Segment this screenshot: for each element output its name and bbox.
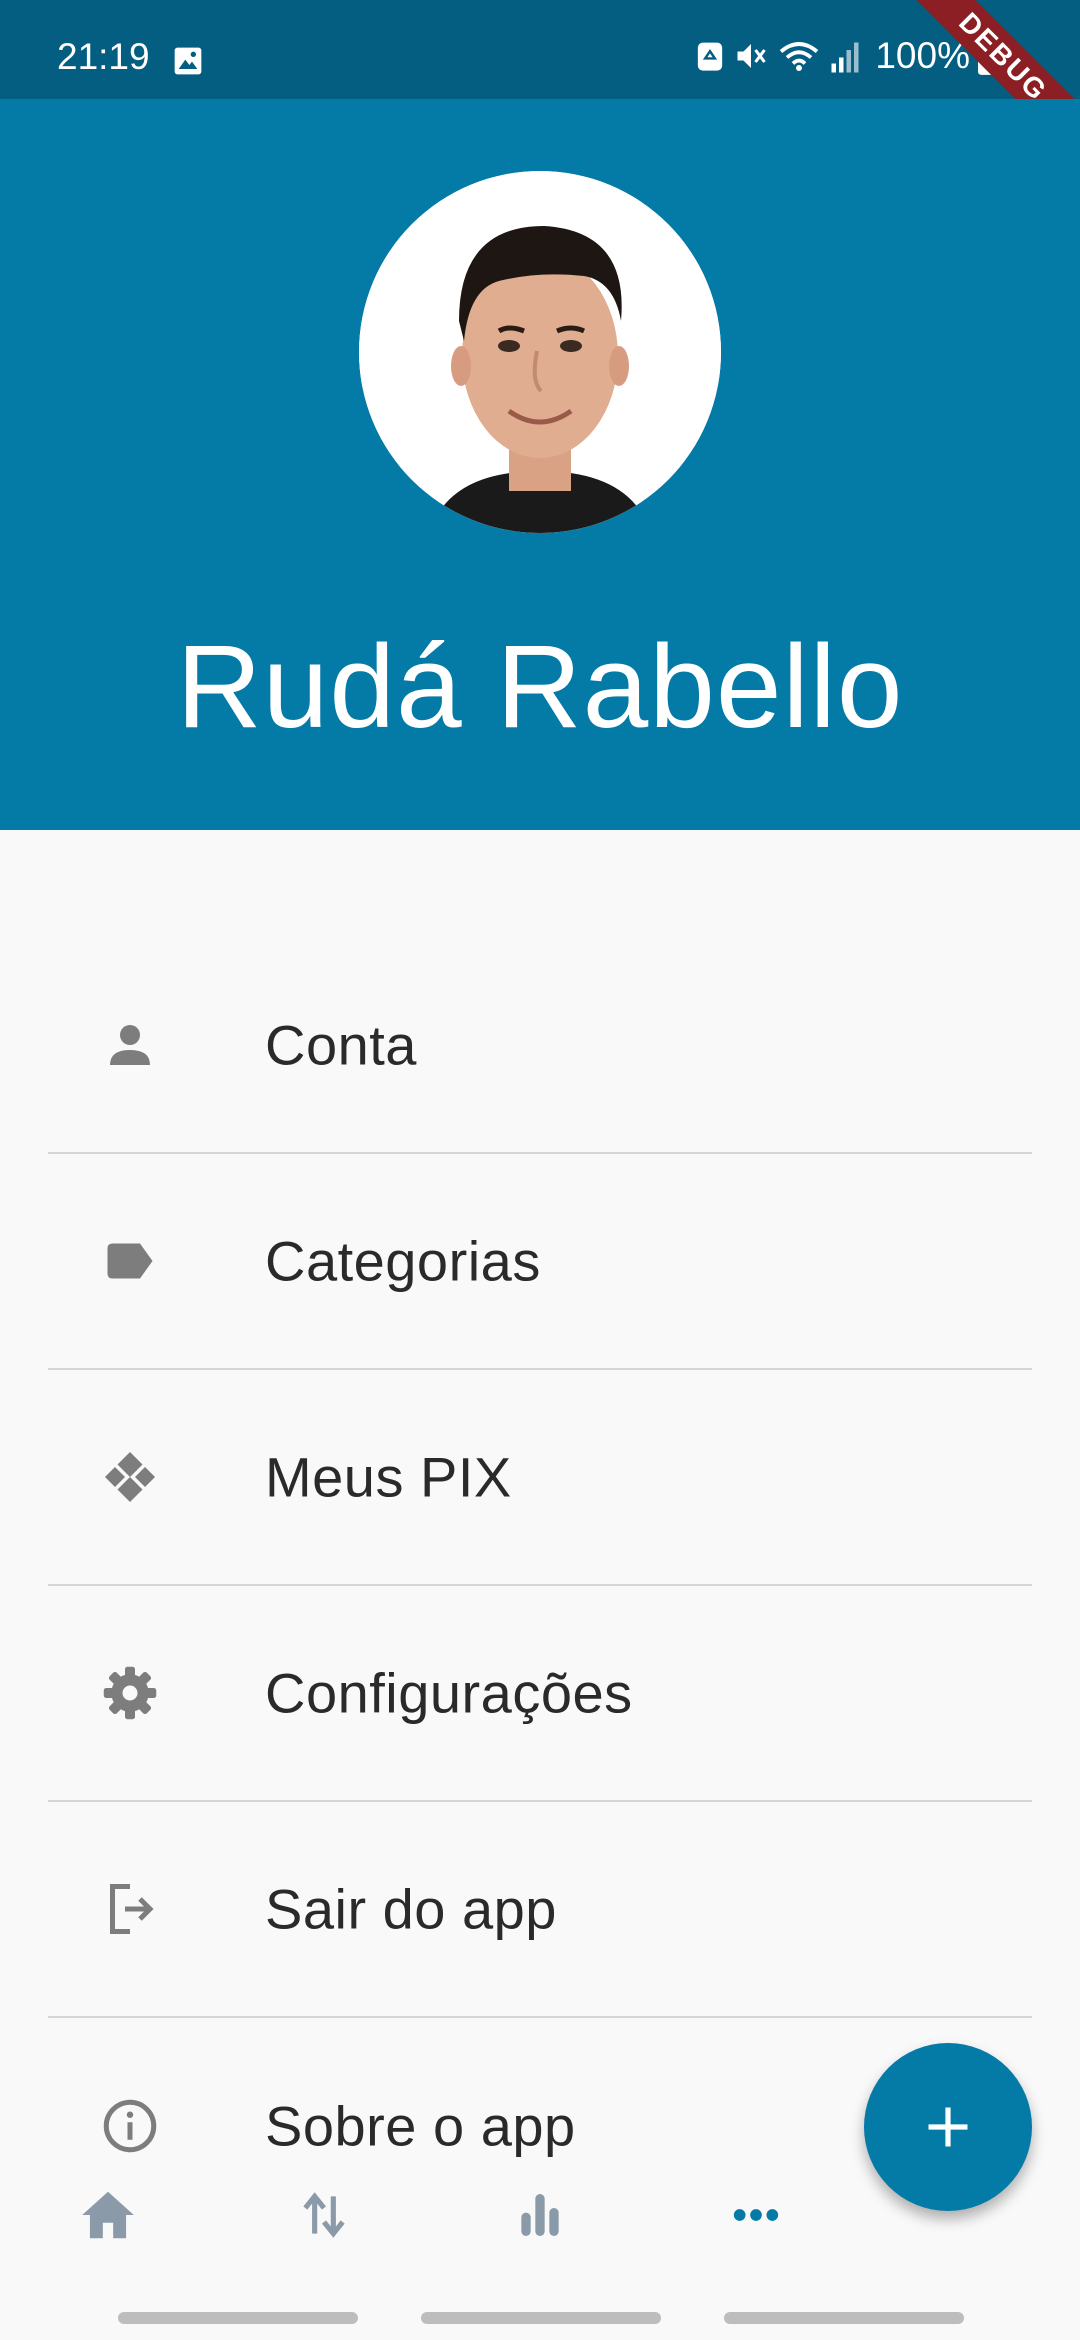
gesture-pill-right[interactable] <box>724 2312 964 2324</box>
battery-percent: 100% <box>875 35 970 76</box>
menu-item-label: Conta <box>265 1013 417 1077</box>
transfer-icon <box>303 2192 345 2238</box>
logout-icon <box>110 1884 154 1934</box>
person-icon <box>110 1025 150 1065</box>
menu-item-label: Sobre o app <box>265 2094 576 2158</box>
bottom-navigation <box>0 2150 1080 2275</box>
menu-item-categorias[interactable]: Categorias <box>48 1154 1032 1370</box>
bar-chart-icon <box>521 2194 559 2236</box>
menu-item-conta[interactable]: Conta <box>48 938 1032 1154</box>
nav-reports-button[interactable] <box>505 2180 575 2250</box>
status-icons: 100% <box>695 35 1000 76</box>
nav-home-button[interactable] <box>73 2180 143 2250</box>
status-bar: 21:19 100% <box>0 0 1080 99</box>
gallery-icon <box>174 47 202 75</box>
mute-icon <box>737 44 767 68</box>
gesture-pill-center[interactable] <box>421 2312 661 2324</box>
profile-photo <box>359 171 721 533</box>
profile-name: Rudá Rabello <box>176 621 904 753</box>
app-screen: 21:19 100% DEBUG Rudá Rabello Conta Cate… <box>0 0 1080 2340</box>
menu-item-label: Meus PIX <box>265 1445 512 1509</box>
menu-item-label: Sair do app <box>265 1877 557 1941</box>
profile-header: Rudá Rabello <box>0 99 1080 830</box>
menu-item-label: Categorias <box>265 1229 541 1293</box>
pix-icon <box>105 1452 155 1502</box>
home-icon <box>82 2191 134 2239</box>
gesture-bar <box>0 2300 1080 2340</box>
signal-icon <box>831 42 859 73</box>
status-time: 21:19 <box>57 36 150 77</box>
recycle-icon <box>698 42 723 71</box>
plus-icon <box>928 2107 968 2147</box>
wifi-icon <box>780 42 819 71</box>
menu-item-sair-do-app[interactable]: Sair do app <box>48 1802 1032 2018</box>
avatar[interactable] <box>359 171 721 533</box>
info-icon <box>103 2099 157 2153</box>
menu-item-meus-pix[interactable]: Meus PIX <box>48 1370 1032 1586</box>
menu-item-label: Configurações <box>265 1661 633 1725</box>
label-tag-icon <box>107 1243 153 1279</box>
menu-list: Conta Categorias Meus PIX Configurações … <box>48 938 1032 2234</box>
more-icon <box>733 2209 779 2221</box>
menu-item-configuracoes[interactable]: Configurações <box>48 1586 1032 1802</box>
nav-transactions-button[interactable] <box>289 2180 359 2250</box>
nav-more-button[interactable] <box>721 2180 791 2250</box>
gesture-pill-left[interactable] <box>118 2312 358 2324</box>
gear-icon <box>103 1666 157 1720</box>
